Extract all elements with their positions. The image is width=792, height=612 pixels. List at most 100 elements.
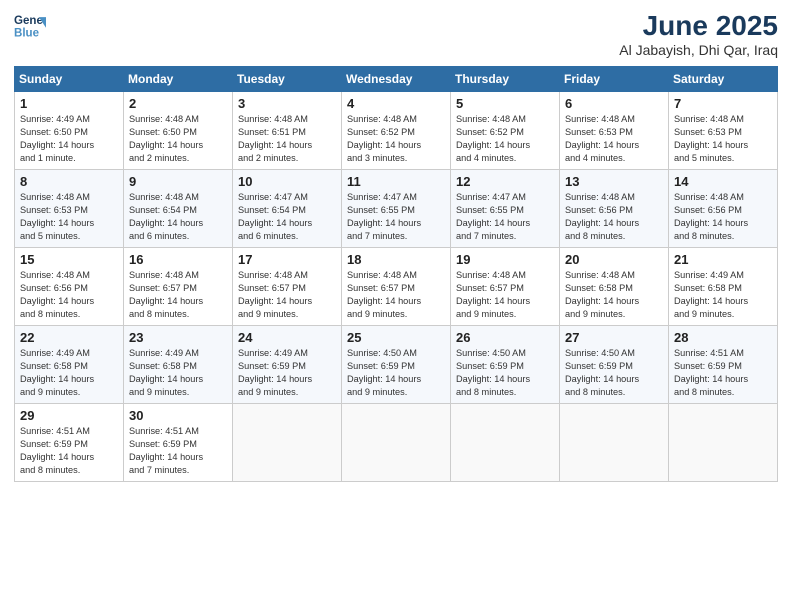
calendar-cell: 5 Sunrise: 4:48 AM Sunset: 6:52 PM Daylig… [451, 92, 560, 170]
day-info: Sunrise: 4:50 AM Sunset: 6:59 PM Dayligh… [456, 347, 554, 399]
day-info: Sunrise: 4:48 AM Sunset: 6:56 PM Dayligh… [565, 191, 663, 243]
day-number: 30 [129, 408, 227, 423]
col-header-saturday: Saturday [669, 67, 778, 92]
day-number: 24 [238, 330, 336, 345]
day-info: Sunrise: 4:49 AM Sunset: 6:58 PM Dayligh… [674, 269, 772, 321]
calendar-cell: 26 Sunrise: 4:50 AM Sunset: 6:59 PM Dayli… [451, 326, 560, 404]
calendar-cell: 22 Sunrise: 4:49 AM Sunset: 6:58 PM Dayli… [15, 326, 124, 404]
title-block: June 2025 Al Jabayish, Dhi Qar, Iraq [619, 10, 778, 58]
sub-title: Al Jabayish, Dhi Qar, Iraq [619, 42, 778, 58]
day-info: Sunrise: 4:48 AM Sunset: 6:57 PM Dayligh… [347, 269, 445, 321]
day-number: 9 [129, 174, 227, 189]
calendar-cell [451, 404, 560, 482]
day-number: 12 [456, 174, 554, 189]
day-info: Sunrise: 4:51 AM Sunset: 6:59 PM Dayligh… [129, 425, 227, 477]
col-header-wednesday: Wednesday [342, 67, 451, 92]
day-number: 7 [674, 96, 772, 111]
calendar-cell: 13 Sunrise: 4:48 AM Sunset: 6:56 PM Dayli… [560, 170, 669, 248]
day-info: Sunrise: 4:48 AM Sunset: 6:50 PM Dayligh… [129, 113, 227, 165]
day-number: 2 [129, 96, 227, 111]
svg-text:General: General [14, 15, 46, 27]
day-number: 11 [347, 174, 445, 189]
day-number: 18 [347, 252, 445, 267]
day-info: Sunrise: 4:48 AM Sunset: 6:53 PM Dayligh… [674, 113, 772, 165]
svg-text:Blue: Blue [14, 28, 40, 40]
calendar-cell: 4 Sunrise: 4:48 AM Sunset: 6:52 PM Daylig… [342, 92, 451, 170]
calendar-cell [669, 404, 778, 482]
day-number: 22 [20, 330, 118, 345]
calendar-cell: 7 Sunrise: 4:48 AM Sunset: 6:53 PM Daylig… [669, 92, 778, 170]
day-number: 3 [238, 96, 336, 111]
day-info: Sunrise: 4:48 AM Sunset: 6:52 PM Dayligh… [347, 113, 445, 165]
day-number: 1 [20, 96, 118, 111]
day-info: Sunrise: 4:48 AM Sunset: 6:56 PM Dayligh… [674, 191, 772, 243]
day-number: 8 [20, 174, 118, 189]
day-info: Sunrise: 4:50 AM Sunset: 6:59 PM Dayligh… [565, 347, 663, 399]
day-info: Sunrise: 4:48 AM Sunset: 6:57 PM Dayligh… [129, 269, 227, 321]
day-number: 25 [347, 330, 445, 345]
day-info: Sunrise: 4:48 AM Sunset: 6:54 PM Dayligh… [129, 191, 227, 243]
calendar-cell: 16Sunrise: 4:48 AM Sunset: 6:57 PM Dayli… [124, 248, 233, 326]
calendar-cell: 21 Sunrise: 4:49 AM Sunset: 6:58 PM Dayli… [669, 248, 778, 326]
day-info: Sunrise: 4:48 AM Sunset: 6:58 PM Dayligh… [565, 269, 663, 321]
logo: General Blue [14, 10, 46, 42]
calendar-cell [233, 404, 342, 482]
day-number: 5 [456, 96, 554, 111]
header: General Blue June 2025 Al Jabayish, Dhi … [14, 10, 778, 58]
day-info: Sunrise: 4:48 AM Sunset: 6:53 PM Dayligh… [20, 191, 118, 243]
day-info: Sunrise: 4:48 AM Sunset: 6:52 PM Dayligh… [456, 113, 554, 165]
logo-icon: General Blue [14, 10, 46, 42]
calendar-cell [342, 404, 451, 482]
day-number: 13 [565, 174, 663, 189]
day-number: 21 [674, 252, 772, 267]
calendar-cell: 19 Sunrise: 4:48 AM Sunset: 6:57 PM Dayli… [451, 248, 560, 326]
calendar-cell: 10Sunrise: 4:47 AM Sunset: 6:54 PM Dayli… [233, 170, 342, 248]
calendar-cell: 14Sunrise: 4:48 AM Sunset: 6:56 PM Dayli… [669, 170, 778, 248]
day-number: 4 [347, 96, 445, 111]
day-info: Sunrise: 4:48 AM Sunset: 6:56 PM Dayligh… [20, 269, 118, 321]
day-info: Sunrise: 4:49 AM Sunset: 6:58 PM Dayligh… [20, 347, 118, 399]
day-number: 23 [129, 330, 227, 345]
calendar-cell: 2 Sunrise: 4:48 AM Sunset: 6:50 PM Daylig… [124, 92, 233, 170]
calendar-cell: 20Sunrise: 4:48 AM Sunset: 6:58 PM Dayli… [560, 248, 669, 326]
day-number: 17 [238, 252, 336, 267]
day-info: Sunrise: 4:48 AM Sunset: 6:53 PM Dayligh… [565, 113, 663, 165]
calendar-cell: 28 Sunrise: 4:51 AM Sunset: 6:59 PM Dayli… [669, 326, 778, 404]
day-info: Sunrise: 4:49 AM Sunset: 6:58 PM Dayligh… [129, 347, 227, 399]
day-info: Sunrise: 4:48 AM Sunset: 6:57 PM Dayligh… [456, 269, 554, 321]
col-header-tuesday: Tuesday [233, 67, 342, 92]
day-number: 27 [565, 330, 663, 345]
day-number: 28 [674, 330, 772, 345]
day-number: 26 [456, 330, 554, 345]
calendar-cell: 24 Sunrise: 4:49 AM Sunset: 6:59 PM Dayli… [233, 326, 342, 404]
main-title: June 2025 [619, 10, 778, 42]
calendar-cell: 27 Sunrise: 4:50 AM Sunset: 6:59 PM Dayli… [560, 326, 669, 404]
calendar-table: SundayMondayTuesdayWednesdayThursdayFrid… [14, 66, 778, 482]
day-number: 10 [238, 174, 336, 189]
calendar-cell: 23 Sunrise: 4:49 AM Sunset: 6:58 PM Dayli… [124, 326, 233, 404]
calendar-cell: 17Sunrise: 4:48 AM Sunset: 6:57 PM Dayli… [233, 248, 342, 326]
page: General Blue June 2025 Al Jabayish, Dhi … [0, 0, 792, 612]
calendar-cell: 18 Sunrise: 4:48 AM Sunset: 6:57 PM Dayli… [342, 248, 451, 326]
day-number: 19 [456, 252, 554, 267]
calendar-cell: 25 Sunrise: 4:50 AM Sunset: 6:59 PM Dayli… [342, 326, 451, 404]
day-info: Sunrise: 4:51 AM Sunset: 6:59 PM Dayligh… [20, 425, 118, 477]
day-info: Sunrise: 4:50 AM Sunset: 6:59 PM Dayligh… [347, 347, 445, 399]
calendar-cell [560, 404, 669, 482]
calendar-cell: 6 Sunrise: 4:48 AM Sunset: 6:53 PM Daylig… [560, 92, 669, 170]
calendar-cell: 15 Sunrise: 4:48 AM Sunset: 6:56 PM Dayli… [15, 248, 124, 326]
col-header-friday: Friday [560, 67, 669, 92]
calendar-cell: 9 Sunrise: 4:48 AM Sunset: 6:54 PM Daylig… [124, 170, 233, 248]
calendar-cell: 8 Sunrise: 4:48 AM Sunset: 6:53 PM Daylig… [15, 170, 124, 248]
day-number: 29 [20, 408, 118, 423]
day-number: 6 [565, 96, 663, 111]
day-info: Sunrise: 4:49 AM Sunset: 6:59 PM Dayligh… [238, 347, 336, 399]
calendar-cell: 1Sunrise: 4:49 AM Sunset: 6:50 PM Daylig… [15, 92, 124, 170]
col-header-monday: Monday [124, 67, 233, 92]
day-info: Sunrise: 4:51 AM Sunset: 6:59 PM Dayligh… [674, 347, 772, 399]
calendar-cell: 12Sunrise: 4:47 AM Sunset: 6:55 PM Dayli… [451, 170, 560, 248]
day-info: Sunrise: 4:47 AM Sunset: 6:55 PM Dayligh… [347, 191, 445, 243]
day-number: 15 [20, 252, 118, 267]
calendar-cell: 3Sunrise: 4:48 AM Sunset: 6:51 PM Daylig… [233, 92, 342, 170]
calendar-cell: 29 Sunrise: 4:51 AM Sunset: 6:59 PM Dayli… [15, 404, 124, 482]
